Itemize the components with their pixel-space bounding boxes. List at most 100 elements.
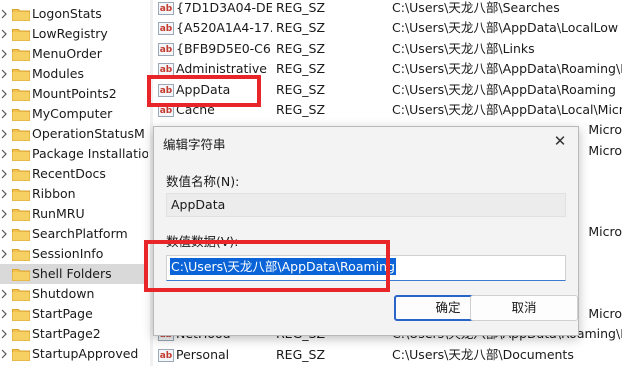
value-row[interactable]: ab{7D1D3A04-DE... REG_SZ C:\Users\天龙八部\Sea… (154, 0, 622, 19)
chevron-right-icon[interactable] (0, 88, 10, 100)
close-icon[interactable]: ✕ (548, 130, 572, 152)
chevron-right-icon[interactable] (0, 188, 10, 200)
folder-icon (12, 48, 30, 61)
value-data: C:\Users\天龙八部\AppData\Roaming\M (392, 61, 622, 77)
string-value-icon: ab (158, 22, 174, 36)
tree-item-label: StartPage2 (32, 326, 101, 341)
folder-icon (12, 288, 30, 301)
folder-icon (12, 8, 30, 21)
folder-icon (12, 248, 30, 261)
tree-item-label: LowRegistry (32, 26, 108, 41)
tree-item[interactable]: SessionInfo (0, 244, 148, 264)
value-type: REG_SZ (276, 0, 326, 15)
dialog-title: 编辑字符串 (163, 137, 226, 152)
value-data: C:\Users\天龙八部\Documents (392, 346, 574, 362)
tree-item[interactable]: Modules (0, 64, 148, 84)
tree-item-label: RecentDocs (32, 166, 106, 181)
value-name: {BFB9D5E0-C6... (176, 40, 272, 56)
tree-item-label: SearchPlatform (32, 226, 128, 241)
tree-item[interactable]: MyComputer (0, 104, 148, 124)
chevron-right-icon[interactable] (0, 128, 10, 140)
value-type: REG_SZ (276, 40, 326, 56)
tree-item-label: SessionInfo (32, 246, 104, 261)
value-name: {A520A1A4-17... (176, 20, 272, 36)
value-name-field: AppData (166, 193, 566, 217)
value-type: REG_SZ (276, 61, 326, 77)
tree-item-label: Shell Folders (32, 266, 112, 281)
tree-item[interactable]: Ribbon (0, 184, 148, 204)
chevron-right-icon[interactable] (0, 208, 10, 220)
tree-item-label: MenuOrder (32, 46, 102, 61)
registry-tree[interactable]: LogonStats LowRegistry MenuOrder Modules Mou… (0, 0, 148, 366)
tree-item-label: RunMRU (32, 206, 85, 221)
value-data: C:\Users\天龙八部\AppData\Local\Micro (392, 102, 622, 117)
folder-icon (12, 88, 30, 101)
chevron-right-icon[interactable] (0, 148, 10, 160)
tree-item-label: MountPoints2 (32, 86, 117, 101)
string-value-icon: ab (158, 348, 174, 362)
value-data: Micro (588, 224, 622, 240)
value-type: REG_SZ (276, 102, 326, 117)
value-name-label: 数值名称(N): (166, 174, 240, 189)
tree-item-label: StartPage (32, 306, 93, 321)
folder-icon (12, 148, 30, 161)
string-value-icon: ab (158, 42, 174, 56)
tree-item[interactable]: RunMRU (0, 204, 148, 224)
tree-item[interactable]: StartPage2 (0, 324, 148, 344)
value-row[interactable]: ab {A520A1A4-17... REG_SZ C:\Users\天龙八部\App… (154, 18, 622, 39)
tree-item-label: MyComputer (32, 106, 113, 121)
chevron-right-icon[interactable] (0, 308, 10, 320)
folder-icon (12, 208, 30, 221)
tree-item-label: Shutdown (32, 286, 95, 301)
chevron-right-icon[interactable] (0, 8, 10, 20)
value-data: C:\Users\天龙八部\Searches (392, 0, 560, 15)
value-data: Micro (588, 122, 622, 138)
value-type: REG_SZ (276, 81, 326, 97)
value-data: Micro (588, 306, 622, 321)
chevron-right-icon[interactable] (0, 168, 10, 180)
chevron-right-icon[interactable] (0, 328, 10, 340)
folder-icon (12, 128, 30, 141)
value-data: C:\Users\天龙八部\AppData\Roaming (392, 81, 616, 97)
value-row[interactable]: ab{BFB9D5E0-C6...REG_SZ C:\Users\天龙八部\Lin… (154, 39, 622, 60)
value-name: {7D1D3A04-DE... (176, 0, 272, 15)
value-data: Micro (588, 142, 622, 158)
tree-item[interactable]: MenuOrder (0, 44, 148, 64)
cancel-button[interactable]: 取消 (470, 295, 578, 321)
value-name: Personal (176, 346, 230, 362)
value-type: REG_SZ (276, 20, 326, 36)
folder-icon (12, 308, 30, 321)
tree-item[interactable]: LogonStats (0, 4, 148, 24)
chevron-right-icon[interactable] (0, 48, 10, 60)
tree-item-label: Ribbon (32, 186, 76, 201)
folder-icon (12, 168, 30, 181)
folder-icon (12, 348, 30, 361)
folder-icon (12, 188, 30, 201)
tree-item[interactable]: RecentDocs (0, 164, 148, 184)
tree-item[interactable]: SearchPlatform (0, 224, 148, 244)
tree-item[interactable]: OperationStatusM (0, 124, 148, 144)
chevron-right-icon[interactable] (0, 68, 10, 80)
chevron-right-icon[interactable] (0, 108, 10, 120)
tree-item[interactable]: StartPage (0, 304, 148, 324)
tree-item[interactable]: LowRegistry (0, 24, 148, 44)
tree-item[interactable]: Shutdown (0, 284, 148, 304)
chevron-right-icon[interactable] (0, 348, 10, 360)
chevron-right-icon[interactable] (0, 248, 10, 260)
tree-item[interactable]: Package Installatio (0, 144, 148, 164)
highlight-data-field (144, 240, 390, 292)
folder-icon (12, 268, 30, 281)
highlight-appdata-row (147, 75, 261, 107)
tree-item[interactable]: Shell Folders (0, 264, 148, 284)
folder-icon (12, 228, 30, 241)
folder-icon (12, 28, 30, 41)
tree-item[interactable]: StartupApproved (0, 344, 148, 364)
chevron-right-icon[interactable] (0, 288, 10, 300)
value-row[interactable]: ab Personal REG_SZ C:\Users\天龙八部\Documents (154, 345, 622, 366)
tree-item-label: Package Installatio (32, 146, 148, 161)
chevron-right-icon[interactable] (0, 28, 10, 40)
tree-item-label: StartupApproved (32, 346, 139, 361)
chevron-right-icon[interactable] (0, 228, 10, 240)
tree-item-label: OperationStatusM (32, 126, 145, 141)
tree-item[interactable]: MountPoints2 (0, 84, 148, 104)
